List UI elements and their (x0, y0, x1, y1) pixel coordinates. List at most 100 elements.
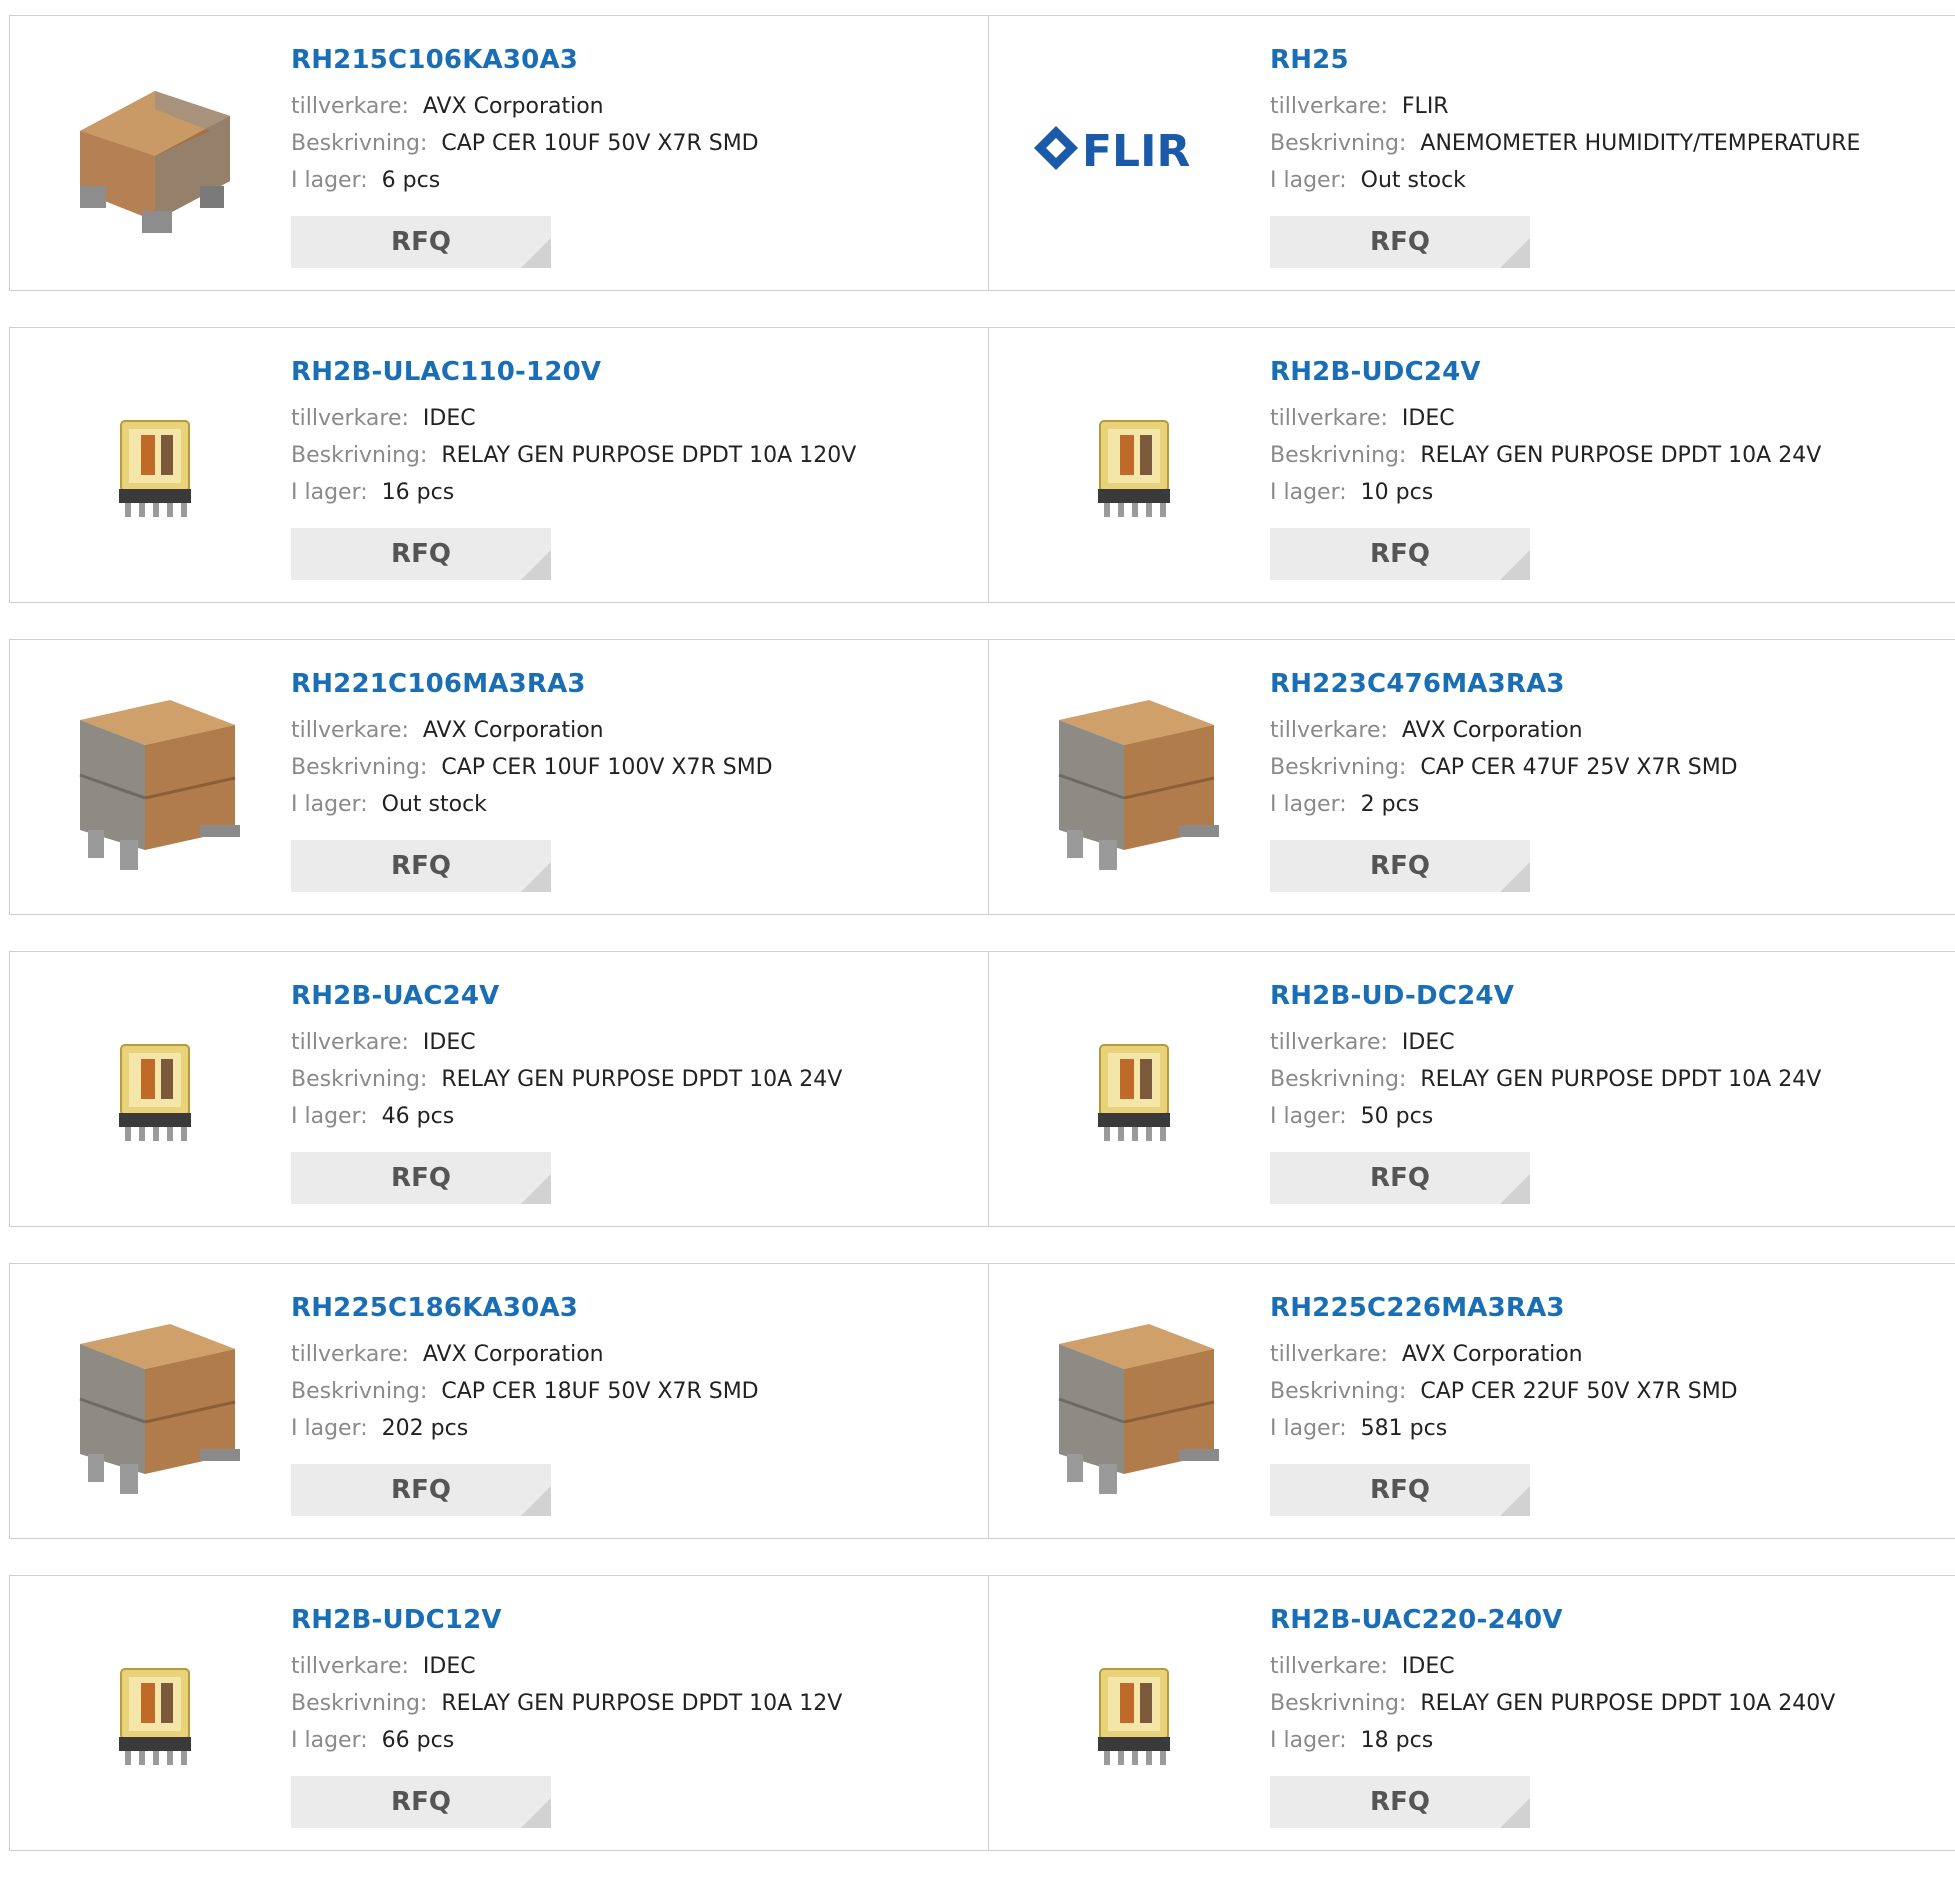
part-number-link[interactable]: RH2B-UDC24V (1270, 356, 1821, 388)
description-value: RELAY GEN PURPOSE DPDT 10A 120V (441, 443, 857, 468)
rfq-label: RFQ (1370, 1163, 1430, 1193)
description-label: Beskrivning: (291, 443, 428, 468)
part-number-link[interactable]: RH2B-UDC12V (291, 1604, 842, 1636)
rfq-button[interactable]: RFQ (1270, 1776, 1530, 1828)
part-number-link[interactable]: RH223C476MA3RA3 (1270, 668, 1738, 700)
product-card: RH2B-UD-DC24V tillverkare: IDEC Beskrivni… (988, 952, 1955, 1226)
button-corner-decoration (521, 1798, 551, 1828)
product-image[interactable] (55, 368, 255, 568)
stock-label: I lager: (1270, 480, 1347, 505)
product-card: RH221C106MA3RA3 tillverkare: AVX Corporat… (10, 640, 988, 914)
part-number-link[interactable]: RH215C106KA30A3 (291, 44, 759, 76)
description-label: Beskrivning: (1270, 1691, 1407, 1716)
stock-value: 50 pcs (1360, 1104, 1434, 1129)
stock-label: I lager: (1270, 1104, 1347, 1129)
stock-row: I lager: 18 pcs (1270, 1722, 1835, 1759)
relay-icon (119, 1044, 191, 1141)
manufacturer-label: tillverkare: (291, 1654, 409, 1679)
rfq-label: RFQ (391, 539, 451, 569)
manufacturer-label: tillverkare: (291, 406, 409, 431)
stock-value: 46 pcs (381, 1104, 455, 1129)
rfq-button[interactable]: RFQ (291, 528, 551, 580)
product-image[interactable] (1034, 680, 1234, 880)
part-number-link[interactable]: RH25 (1270, 44, 1860, 76)
rfq-button[interactable]: RFQ (1270, 1152, 1530, 1204)
product-image[interactable] (55, 56, 255, 256)
product-image[interactable]: FLIR (1034, 56, 1234, 256)
manufacturer-label: tillverkare: (1270, 1654, 1388, 1679)
description-label: Beskrivning: (291, 1067, 428, 1092)
stacked-capacitor-icon (79, 1324, 240, 1494)
manufacturer-row: tillverkare: AVX Corporation (291, 1336, 759, 1373)
manufacturer-row: tillverkare: AVX Corporation (291, 88, 759, 125)
manufacturer-label: tillverkare: (1270, 718, 1388, 743)
description-row: Beskrivning: RELAY GEN PURPOSE DPDT 10A 2… (1270, 1685, 1835, 1722)
description-value: CAP CER 47UF 25V X7R SMD (1420, 755, 1738, 780)
product-card: RH2B-ULAC110-120V tillverkare: IDEC Beskr… (10, 328, 988, 602)
part-number-link[interactable]: RH2B-UAC24V (291, 980, 842, 1012)
description-value: RELAY GEN PURPOSE DPDT 10A 24V (1420, 443, 1822, 468)
description-value: ANEMOMETER HUMIDITY/TEMPERATURE (1420, 131, 1861, 156)
product-image[interactable] (55, 992, 255, 1192)
stock-row: I lager: 6 pcs (291, 162, 759, 199)
part-number-link[interactable]: RH2B-ULAC110-120V (291, 356, 856, 388)
rfq-button[interactable]: RFQ (1270, 528, 1530, 580)
manufacturer-row: tillverkare: AVX Corporation (1270, 1336, 1738, 1373)
stock-row: I lager: 16 pcs (291, 474, 856, 511)
product-card: RH2B-UDC12V tillverkare: IDEC Beskrivning… (10, 1576, 988, 1850)
rfq-button[interactable]: RFQ (291, 1776, 551, 1828)
button-corner-decoration (1500, 1486, 1530, 1516)
product-info: RH2B-UAC24V tillverkare: IDEC Beskrivning… (291, 980, 842, 1135)
description-label: Beskrivning: (291, 131, 428, 156)
rfq-button[interactable]: RFQ (291, 1464, 551, 1516)
rfq-button[interactable]: RFQ (1270, 216, 1530, 268)
relay-icon (1098, 1668, 1170, 1765)
description-row: Beskrivning: CAP CER 22UF 50V X7R SMD (1270, 1373, 1738, 1410)
product-row: RH2B-UAC24V tillverkare: IDEC Beskrivning… (9, 951, 1955, 1227)
product-image[interactable] (1034, 1304, 1234, 1504)
product-image[interactable] (55, 1304, 255, 1504)
product-info: RH25 tillverkare: FLIR Beskrivning: ANEMOM… (1270, 44, 1860, 199)
description-row: Beskrivning: RELAY GEN PURPOSE DPDT 10A 2… (1270, 1061, 1821, 1098)
manufacturer-label: tillverkare: (291, 94, 409, 119)
product-image[interactable] (1034, 368, 1234, 568)
description-label: Beskrivning: (1270, 131, 1407, 156)
rfq-button[interactable]: RFQ (1270, 1464, 1530, 1516)
part-number-link[interactable]: RH2B-UD-DC24V (1270, 980, 1821, 1012)
stock-row: I lager: Out stock (291, 786, 773, 823)
description-label: Beskrivning: (1270, 443, 1407, 468)
product-info: RH225C186KA30A3 tillverkare: AVX Corporat… (291, 1292, 759, 1447)
part-number-link[interactable]: RH221C106MA3RA3 (291, 668, 773, 700)
rfq-button[interactable]: RFQ (291, 1152, 551, 1204)
product-image[interactable] (1034, 1616, 1234, 1816)
product-card: RH225C226MA3RA3 tillverkare: AVX Corporat… (988, 1264, 1955, 1538)
part-number-link[interactable]: RH225C226MA3RA3 (1270, 1292, 1738, 1324)
product-info: RH225C226MA3RA3 tillverkare: AVX Corporat… (1270, 1292, 1738, 1447)
stock-value: 2 pcs (1360, 792, 1420, 817)
stock-row: I lager: 2 pcs (1270, 786, 1738, 823)
rfq-button[interactable]: RFQ (1270, 840, 1530, 892)
button-corner-decoration (521, 862, 551, 892)
manufacturer-value: AVX Corporation (1401, 718, 1583, 743)
rfq-button[interactable]: RFQ (291, 216, 551, 268)
button-corner-decoration (1500, 550, 1530, 580)
product-info: RH223C476MA3RA3 tillverkare: AVX Corporat… (1270, 668, 1738, 823)
button-corner-decoration (521, 550, 551, 580)
part-number-link[interactable]: RH2B-UAC220-240V (1270, 1604, 1835, 1636)
product-image[interactable] (55, 1616, 255, 1816)
button-corner-decoration (1500, 862, 1530, 892)
rfq-label: RFQ (391, 227, 451, 257)
stock-row: I lager: 202 pcs (291, 1410, 759, 1447)
stock-row: I lager: 581 pcs (1270, 1410, 1738, 1447)
description-value: RELAY GEN PURPOSE DPDT 10A 24V (441, 1067, 843, 1092)
manufacturer-value: AVX Corporation (422, 1342, 604, 1367)
product-image[interactable] (55, 680, 255, 880)
product-info: RH2B-UDC12V tillverkare: IDEC Beskrivning… (291, 1604, 842, 1759)
manufacturer-value: IDEC (422, 1030, 476, 1055)
button-corner-decoration (1500, 1174, 1530, 1204)
rfq-button[interactable]: RFQ (291, 840, 551, 892)
manufacturer-label: tillverkare: (291, 1342, 409, 1367)
manufacturer-label: tillverkare: (1270, 406, 1388, 431)
product-image[interactable] (1034, 992, 1234, 1192)
part-number-link[interactable]: RH225C186KA30A3 (291, 1292, 759, 1324)
